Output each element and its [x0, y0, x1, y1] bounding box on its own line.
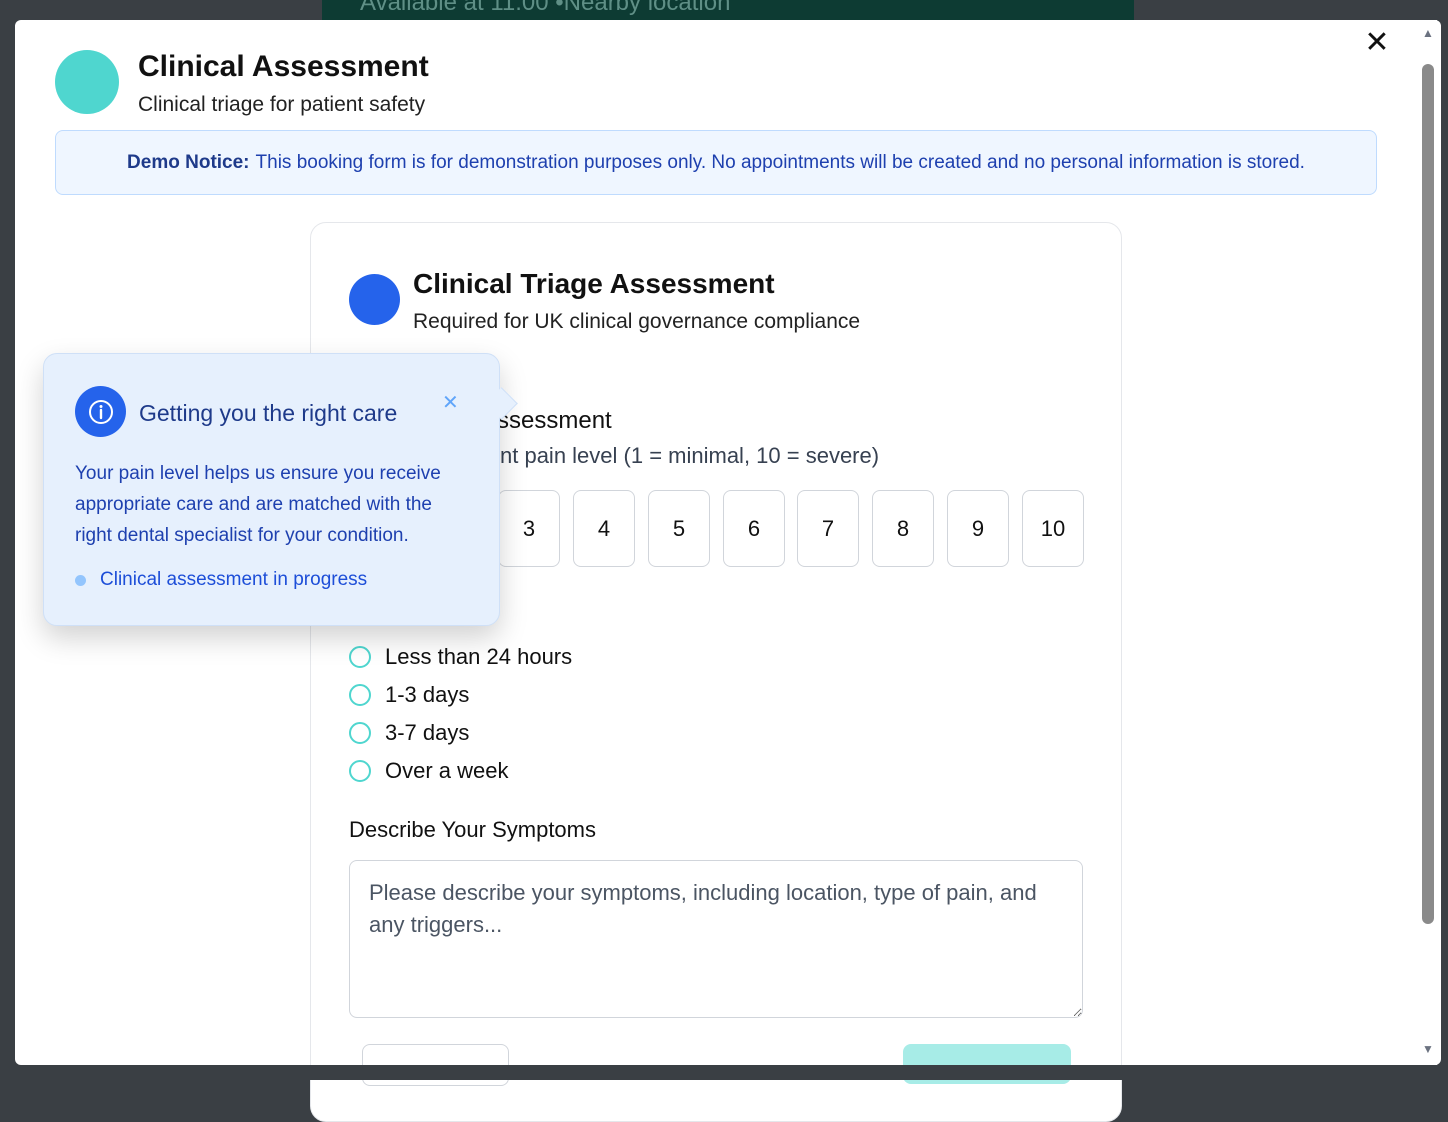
duration-option-less-24h[interactable]: Less than 24 hours	[349, 644, 572, 670]
scroll-up-icon[interactable]: ▲	[1421, 26, 1435, 40]
duration-option-3-7-days[interactable]: 3-7 days	[349, 720, 469, 746]
modal-title: Clinical Assessment	[138, 50, 429, 83]
radio-icon[interactable]	[349, 684, 371, 706]
tooltip-status: Clinical assessment in progress	[75, 569, 367, 591]
pain-level-8[interactable]: 8	[872, 490, 934, 567]
close-icon[interactable]: ✕	[1362, 28, 1392, 58]
pain-level-10[interactable]: 10	[1022, 490, 1084, 567]
duration-option-label: 1-3 days	[385, 682, 470, 707]
tooltip-close-icon[interactable]: ✕	[442, 390, 459, 415]
card-title: Clinical Triage Assessment	[413, 268, 775, 299]
pain-level-4[interactable]: 4	[573, 490, 635, 567]
symptoms-label: Describe Your Symptoms	[349, 817, 596, 842]
card-icon	[349, 274, 400, 325]
header-avatar	[55, 50, 119, 114]
pain-level-7[interactable]: 7	[797, 490, 859, 567]
pain-section-label: ssessment	[497, 407, 612, 434]
pain-level-9[interactable]: 9	[947, 490, 1009, 567]
card-subtitle: Required for UK clinical governance comp…	[413, 310, 861, 333]
modal-subtitle: Clinical triage for patient safety	[138, 93, 426, 116]
radio-icon[interactable]	[349, 760, 371, 782]
duration-option-label: Less than 24 hours	[385, 644, 573, 669]
duration-option-label: Over a week	[385, 758, 509, 783]
status-dot-icon	[75, 574, 86, 586]
demo-notice-label: Demo Notice:	[127, 151, 250, 173]
duration-option-label: 3-7 days	[385, 720, 470, 745]
background-banner: Available at 11:00 •Nearby location	[322, 0, 1134, 20]
pain-level-3[interactable]: 3	[498, 490, 560, 567]
radio-icon[interactable]	[349, 722, 371, 744]
duration-option-1-3-days[interactable]: 1-3 days	[349, 682, 469, 708]
scrollbar-thumb[interactable]	[1422, 64, 1434, 924]
duration-option-over-week[interactable]: Over a week	[349, 758, 509, 784]
radio-icon[interactable]	[349, 646, 371, 668]
demo-notice-text: This booking form is for demonstration p…	[255, 151, 1305, 173]
pain-section-hint: nt pain level (1 = minimal, 10 = severe)	[500, 443, 880, 468]
tooltip-title: Getting you the right care	[139, 400, 398, 426]
symptoms-textarea[interactable]	[349, 860, 1083, 1018]
pain-level-6[interactable]: 6	[723, 490, 785, 567]
demo-notice: Demo Notice: This booking form is for de…	[55, 130, 1377, 195]
scroll-down-icon[interactable]: ▼	[1421, 1042, 1435, 1056]
info-icon	[75, 386, 126, 437]
tooltip-status-text: Clinical assessment in progress	[100, 569, 368, 590]
tooltip-body: Your pain level helps us ensure you rece…	[75, 463, 441, 546]
backdrop-bottom	[0, 1065, 1448, 1080]
pain-level-5[interactable]: 5	[648, 490, 710, 567]
